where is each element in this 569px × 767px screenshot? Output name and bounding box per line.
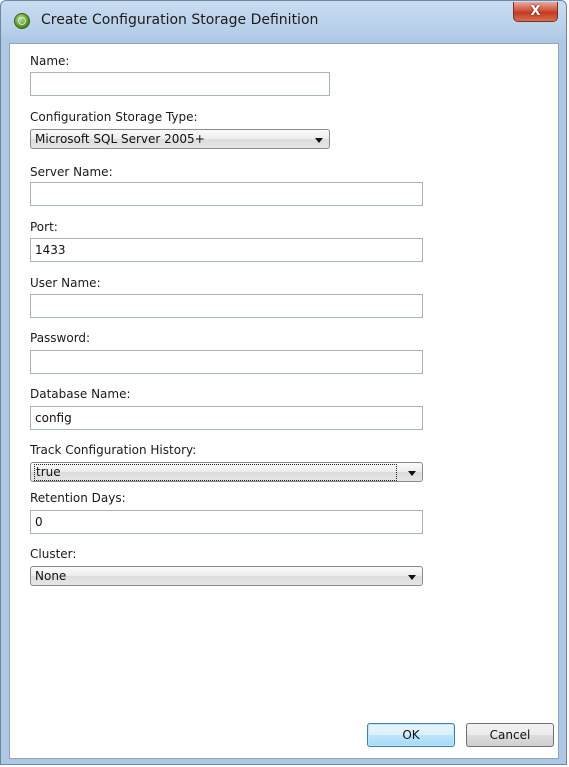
user-name-label: User Name: bbox=[30, 276, 101, 290]
chevron-down-icon bbox=[408, 575, 416, 580]
cancel-button[interactable]: Cancel bbox=[466, 723, 554, 747]
server-name-input[interactable] bbox=[30, 182, 423, 206]
server-name-label: Server Name: bbox=[30, 165, 113, 179]
track-history-select[interactable]: true bbox=[30, 462, 423, 482]
storage-type-label: Configuration Storage Type: bbox=[30, 110, 198, 124]
cluster-value: None bbox=[35, 569, 67, 583]
cluster-select[interactable]: None bbox=[30, 566, 423, 586]
app-globe-icon bbox=[14, 13, 30, 29]
chevron-down-icon bbox=[315, 138, 323, 143]
name-label: Name: bbox=[30, 54, 70, 68]
database-name-label: Database Name: bbox=[30, 387, 131, 401]
window-title: Create Configuration Storage Definition bbox=[41, 12, 319, 28]
retention-days-input[interactable] bbox=[30, 510, 423, 534]
title-bar[interactable]: Create Configuration Storage Definition … bbox=[1, 1, 566, 43]
close-button[interactable]: X bbox=[513, 2, 558, 22]
password-label: Password: bbox=[30, 331, 91, 345]
port-label: Port: bbox=[30, 220, 58, 234]
close-icon: X bbox=[530, 4, 541, 19]
user-name-input[interactable] bbox=[30, 294, 423, 318]
database-name-input[interactable] bbox=[30, 406, 423, 430]
storage-type-value: Microsoft SQL Server 2005+ bbox=[35, 132, 205, 146]
retention-days-label: Retention Days: bbox=[30, 491, 126, 505]
name-input[interactable] bbox=[30, 72, 330, 96]
password-input[interactable] bbox=[30, 350, 423, 374]
ok-button[interactable]: OK bbox=[367, 723, 455, 747]
cluster-label: Cluster: bbox=[30, 547, 77, 561]
dialog-window: Create Configuration Storage Definition … bbox=[0, 0, 567, 765]
chevron-down-icon bbox=[408, 471, 416, 476]
track-history-label: Track Configuration History: bbox=[30, 443, 197, 457]
storage-type-select[interactable]: Microsoft SQL Server 2005+ bbox=[30, 129, 330, 149]
dialog-content: Name: Configuration Storage Type: Micros… bbox=[9, 43, 559, 759]
port-input[interactable] bbox=[30, 238, 423, 262]
track-history-value: true bbox=[34, 464, 397, 481]
